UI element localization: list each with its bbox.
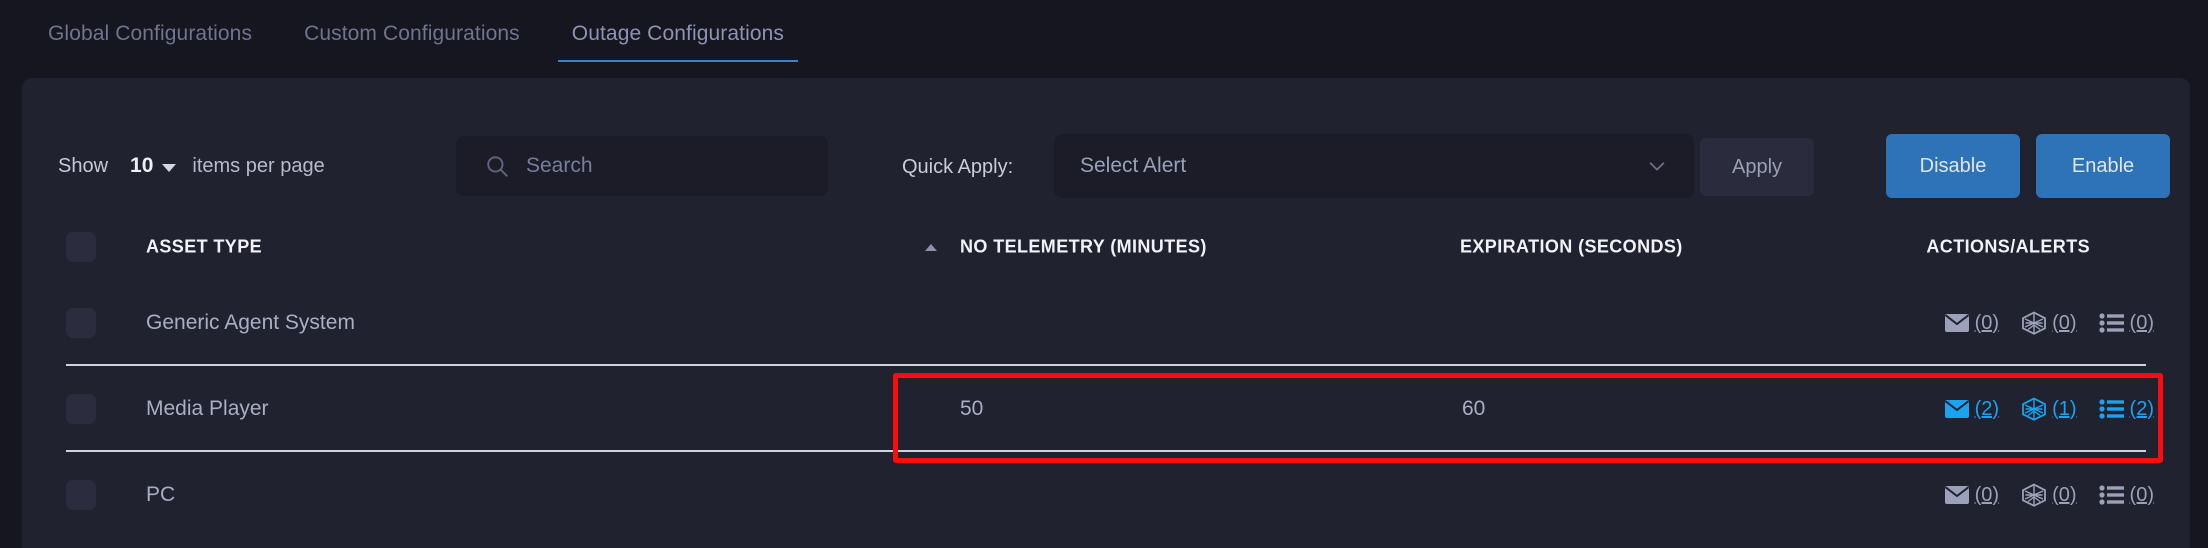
email-alert-count: (2) [1974, 397, 2000, 420]
row-checkbox[interactable] [66, 308, 96, 338]
cell-asset-type: Media Player [146, 397, 269, 420]
network-hexagon-icon [2022, 483, 2046, 507]
page-size-dropdown[interactable]: 10 [130, 154, 177, 178]
table-row[interactable]: Generic Agent System (0) (0) (0) [22, 280, 2190, 366]
row-checkbox[interactable] [66, 394, 96, 424]
webhook-alert-count: (0) [2052, 483, 2077, 506]
network-hexagon-icon [2022, 311, 2046, 335]
list-alert-count: (0) [2129, 311, 2154, 334]
disable-button[interactable]: Disable [1886, 134, 2020, 198]
column-header-actions-alerts: ACTIONS/ALERTS [1926, 236, 2090, 257]
quick-apply-label: Quick Apply: [902, 156, 1014, 178]
column-header-asset-type[interactable]: ASSET TYPE [146, 237, 262, 258]
select-alert-value: Select Alert [1080, 154, 1187, 177]
page-size-group: Show 10 items per page [58, 146, 325, 186]
table-row[interactable]: PC (0) (0) (0) [22, 452, 2190, 538]
list-alert-action[interactable]: (0) [2098, 483, 2154, 507]
webhook-alert-action[interactable]: (1) [2021, 397, 2077, 421]
outage-configurations-page: Global Configurations Custom Configurati… [0, 0, 2208, 548]
search-input[interactable]: Search [456, 136, 828, 196]
enable-button[interactable]: Enable [2036, 134, 2170, 198]
chevron-down-icon [1649, 162, 1665, 171]
column-header-no-telemetry[interactable]: NO TELEMETRY (MINUTES) [960, 237, 1207, 258]
configurations-card: Show 10 items per page Search Quick Appl… [22, 78, 2190, 548]
list-alert-count: (0) [2129, 483, 2154, 506]
list-icon [2098, 485, 2124, 505]
webhook-alert-action[interactable]: (0) [2021, 311, 2077, 335]
webhook-alert-action[interactable]: (0) [2021, 483, 2077, 507]
list-alert-action[interactable]: (2) [2098, 397, 2154, 421]
envelope-icon [1944, 314, 1969, 332]
envelope-icon [1944, 400, 1969, 418]
tab-label: Outage Configurations [571, 22, 784, 45]
chevron-down-icon [162, 164, 177, 172]
table-toolbar: Show 10 items per page Search Quick Appl… [22, 130, 2190, 210]
cell-actions-alerts: (2) (1) (2) [1944, 397, 2154, 421]
list-alert-action[interactable]: (0) [2098, 311, 2154, 335]
envelope-icon [1944, 486, 1969, 504]
tab-custom-configurations[interactable]: Custom Configurations [278, 0, 546, 62]
cell-asset-type: PC [146, 483, 176, 506]
items-per-page-label: items per page [192, 154, 325, 177]
table-row[interactable]: Media Player 50 60 (2) (1) (2) [22, 366, 2190, 452]
list-icon [2098, 399, 2124, 419]
outage-configurations-table: ASSET TYPE NO TELEMETRY (MINUTES) EXPIRA… [22, 214, 2190, 538]
select-alert-dropdown[interactable]: Select Alert [1054, 134, 1694, 198]
row-checkbox[interactable] [66, 480, 96, 510]
tab-global-configurations[interactable]: Global Configurations [22, 0, 278, 62]
cell-actions-alerts: (0) (0) (0) [1944, 311, 2154, 335]
tab-label: Custom Configurations [304, 22, 520, 45]
tab-label: Global Configurations [48, 22, 253, 45]
email-alert-count: (0) [1974, 483, 2000, 506]
show-label: Show [58, 154, 109, 177]
apply-button[interactable]: Apply [1700, 138, 1814, 196]
search-placeholder: Search [526, 154, 593, 177]
cell-actions-alerts: (0) (0) (0) [1944, 483, 2154, 507]
email-alert-action[interactable]: (0) [1944, 312, 1999, 335]
email-alert-count: (0) [1974, 311, 2000, 334]
table-header-row: ASSET TYPE NO TELEMETRY (MINUTES) EXPIRA… [22, 214, 2190, 280]
cell-no-telemetry: 50 [960, 397, 984, 420]
page-size-value: 10 [130, 154, 154, 177]
email-alert-action[interactable]: (2) [1944, 398, 1999, 421]
list-icon [2098, 313, 2124, 333]
cell-asset-type: Generic Agent System [146, 311, 355, 334]
webhook-alert-count: (0) [2052, 311, 2077, 334]
network-hexagon-icon [2022, 397, 2046, 421]
tab-outage-configurations[interactable]: Outage Configurations [546, 0, 810, 62]
cell-expiration: 60 [1462, 397, 1486, 420]
email-alert-action[interactable]: (0) [1944, 484, 1999, 507]
column-header-expiration[interactable]: EXPIRATION (SECONDS) [1460, 237, 1683, 258]
sort-ascending-icon[interactable] [925, 244, 937, 251]
configuration-tabs: Global Configurations Custom Configurati… [0, 0, 2208, 74]
list-alert-count: (2) [2129, 397, 2154, 420]
search-icon [487, 156, 508, 177]
select-all-checkbox[interactable] [66, 232, 96, 262]
webhook-alert-count: (1) [2052, 397, 2077, 420]
